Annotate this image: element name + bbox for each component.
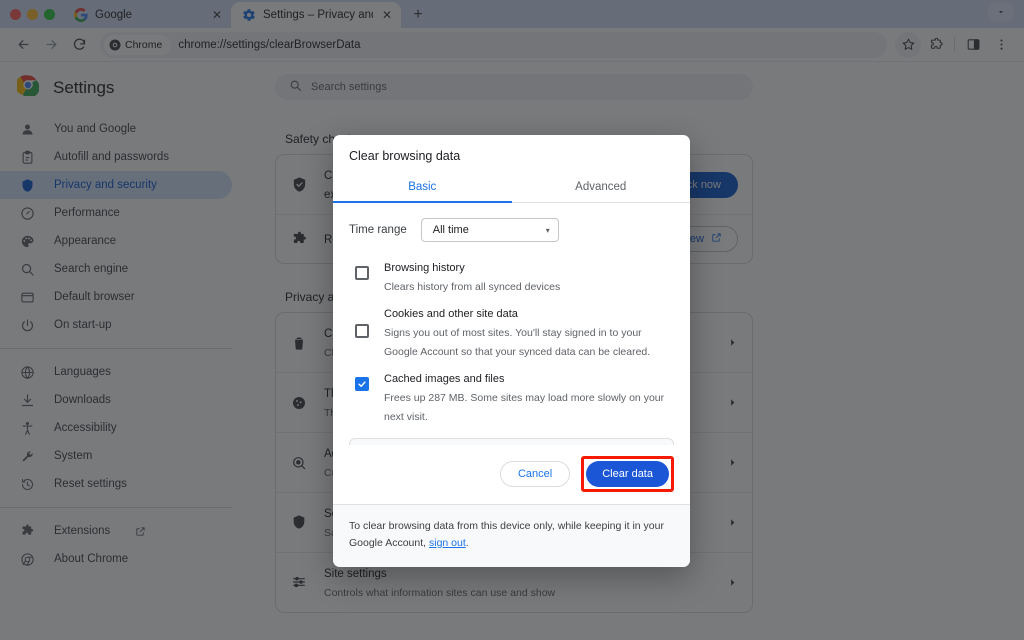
checkbox-subtitle: Signs you out of most sites. You'll stay… (384, 327, 650, 358)
tab-advanced[interactable]: Advanced (512, 174, 691, 202)
chevron-down-icon: ▾ (546, 226, 550, 235)
checkbox-title: Cookies and other site data (384, 308, 518, 320)
checkbox-row-cached-images[interactable]: Cached images and files Frees up 287 MB.… (349, 360, 674, 425)
browser-window: Google ✕ Settings – Privacy and securi ✕… (0, 0, 1024, 640)
checkbox-text: Browsing history Clears history from all… (384, 258, 674, 295)
footer-text-after: . (466, 537, 469, 549)
dialog-title: Clear browsing data (333, 135, 690, 174)
time-range-row: Time range All time ▾ (349, 203, 674, 249)
checkbox-text: Cached images and files Frees up 287 MB.… (384, 369, 674, 425)
dialog-tabs: Basic Advanced (333, 174, 690, 203)
cancel-button[interactable]: Cancel (500, 461, 570, 487)
checkbox-row-cookies[interactable]: Cookies and other site data Signs you ou… (349, 295, 674, 360)
tab-basic[interactable]: Basic (333, 174, 512, 202)
sign-out-link[interactable]: sign out (429, 537, 466, 549)
dialog-footer: To clear browsing data from this device … (333, 504, 690, 567)
time-range-select[interactable]: All time ▾ (421, 218, 559, 242)
clear-data-highlight: Clear data (581, 456, 674, 492)
dialog-body: Time range All time ▾ Browsing history C… (333, 203, 690, 445)
clear-browsing-data-dialog: Clear browsing data Basic Advanced Time … (333, 135, 690, 567)
checkbox-row-browsing-history[interactable]: Browsing history Clears history from all… (349, 249, 674, 295)
time-range-value: All time (433, 224, 469, 236)
cached-images-checkbox[interactable] (355, 377, 369, 391)
checkbox-subtitle: Clears history from all synced devices (384, 281, 560, 293)
checkbox-subtitle: Frees up 287 MB. Some sites may load mor… (384, 392, 664, 423)
checkbox-title: Browsing history (384, 262, 465, 274)
time-range-label: Time range (349, 224, 407, 236)
clear-data-button[interactable]: Clear data (586, 461, 669, 487)
checkbox-title: Cached images and files (384, 373, 504, 385)
browsing-history-checkbox[interactable] (355, 266, 369, 280)
checkbox-text: Cookies and other site data Signs you ou… (384, 304, 674, 360)
dialog-actions: Cancel Clear data (333, 445, 690, 504)
google-account-info-box: G Search history and other forms of acti… (349, 438, 674, 445)
footer-text-before: To clear browsing data from this device … (349, 520, 664, 549)
cookies-checkbox[interactable] (355, 324, 369, 338)
